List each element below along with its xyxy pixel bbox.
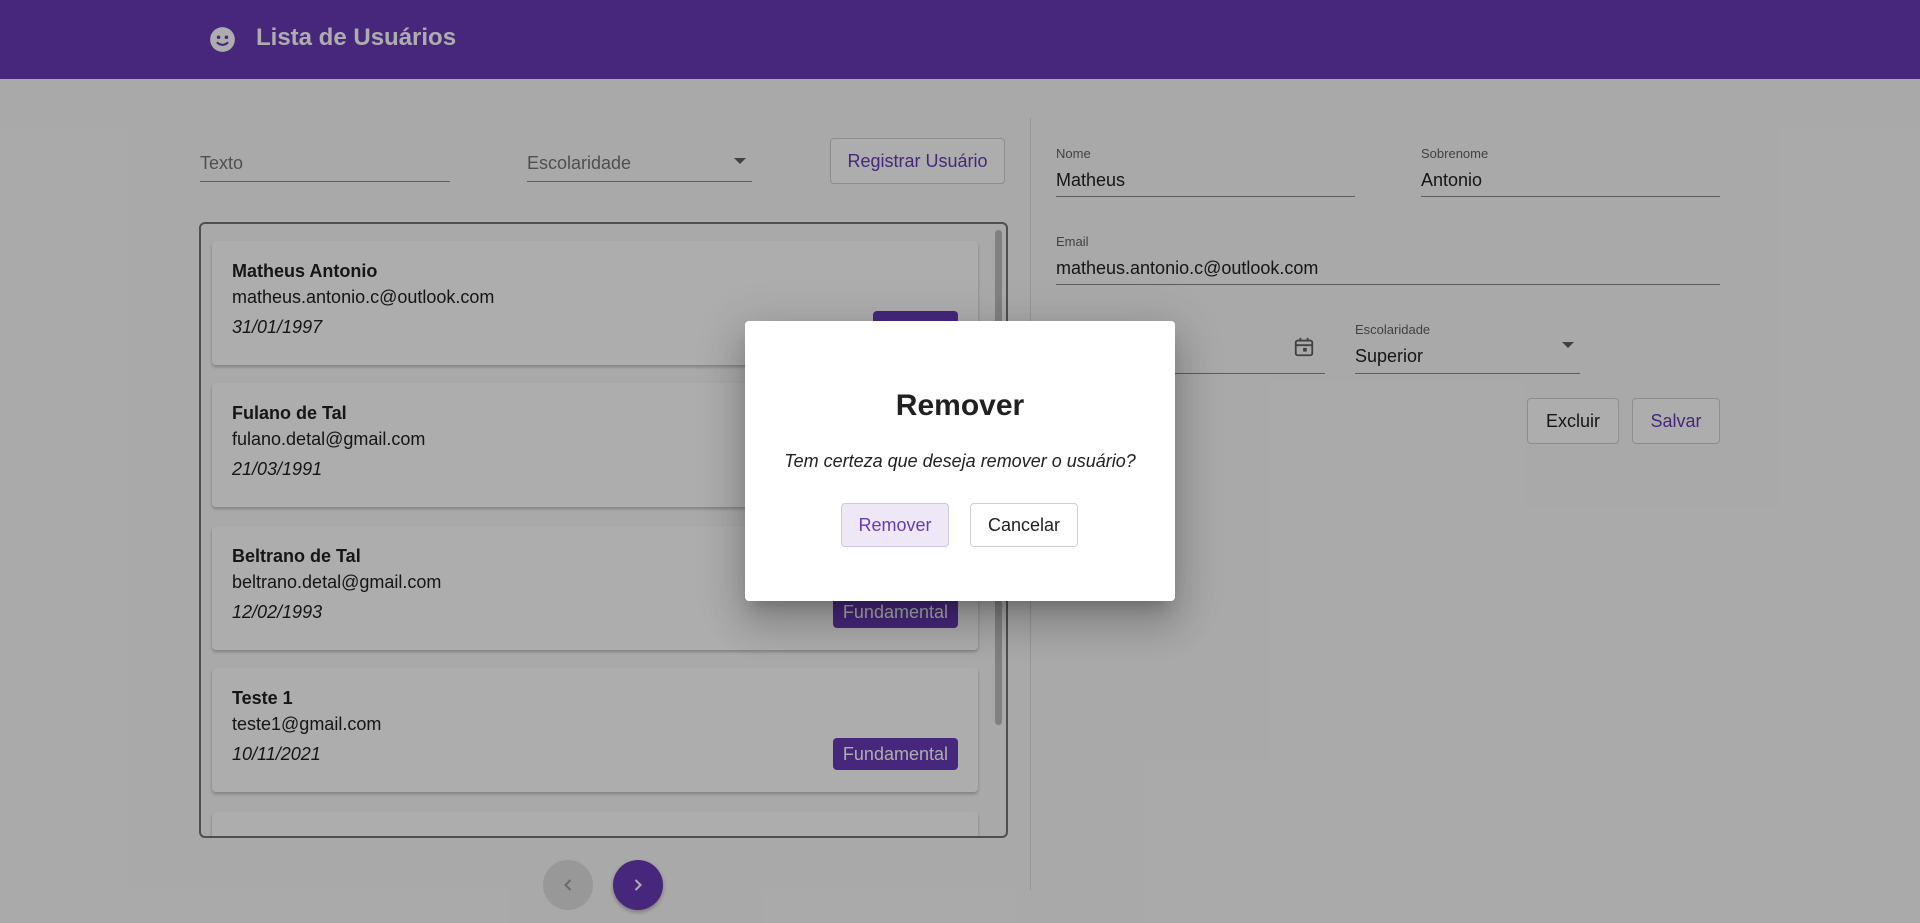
confirm-remove-button[interactable]: Remover — [841, 503, 949, 547]
confirm-remove-dialog: Remover Tem certeza que deseja remover o… — [745, 321, 1175, 601]
dialog-title: Remover — [895, 389, 1025, 422]
dialog-message: Tem certeza que deseja remover o usuário… — [784, 451, 1136, 471]
cancel-button[interactable]: Cancelar — [970, 503, 1078, 547]
